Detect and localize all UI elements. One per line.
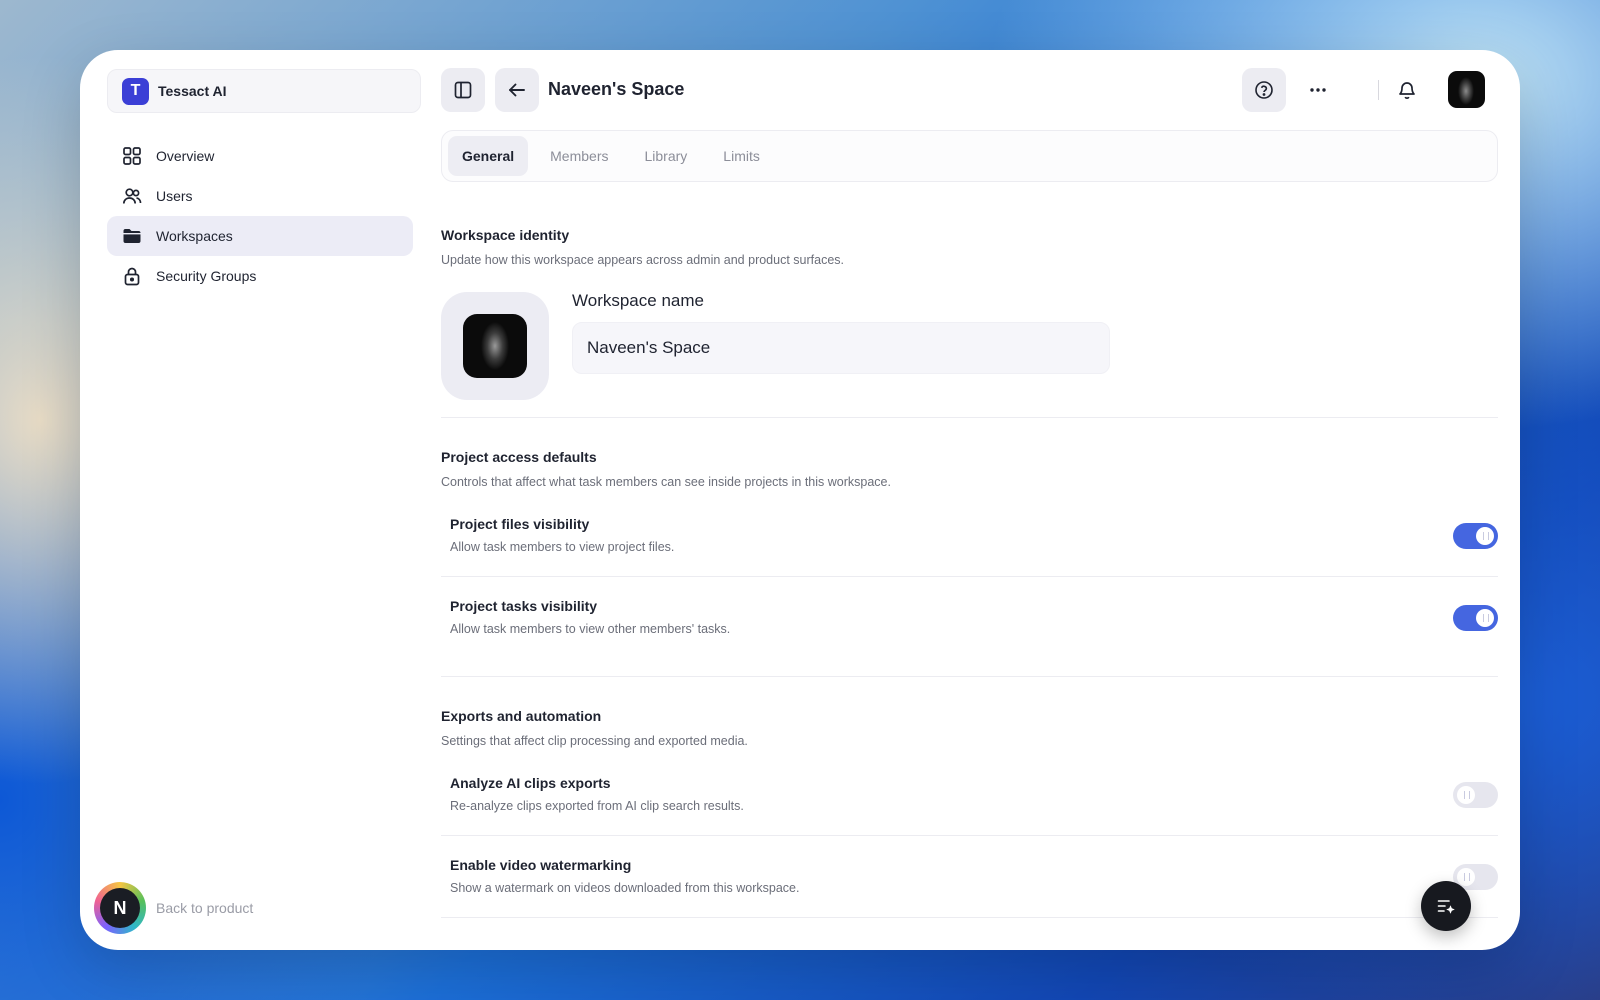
sidebar-item-label: Workspaces (156, 228, 233, 244)
folder-icon (123, 229, 141, 243)
tab-general[interactable]: General (448, 136, 529, 176)
sidebar-item-workspaces[interactable]: Workspaces (107, 216, 413, 256)
workspace-name-input[interactable] (572, 322, 1110, 374)
section-divider (441, 417, 1498, 418)
section-title-access: Project access defaults (441, 449, 597, 465)
back-to-product[interactable]: N Back to product (94, 882, 253, 934)
toggle-sidebar-button[interactable] (441, 68, 485, 112)
sidebar-item-label: Users (156, 188, 193, 204)
sidebar-item-label: Security Groups (156, 268, 257, 284)
tab-library[interactable]: Library (631, 136, 702, 176)
arrow-left-icon (509, 83, 525, 97)
app-window: T Tessact AI Overview Users Workspaces S… (80, 50, 1520, 950)
tab-limits[interactable]: Limits (709, 136, 774, 176)
sidebar-panel-icon (454, 81, 472, 99)
setting-row-project-tasks: Project tasks visibility Allow task memb… (441, 598, 1498, 680)
user-avatar[interactable] (1448, 71, 1485, 108)
section-desc-exports: Settings that affect clip processing and… (441, 734, 748, 748)
sidebar-item-overview[interactable]: Overview (107, 136, 413, 176)
users-icon (122, 188, 142, 204)
section-divider (441, 676, 1498, 677)
setting-desc: Allow task members to view project files… (450, 540, 675, 554)
sparkle-list-icon (1437, 900, 1455, 914)
topbar: Naveen's Space (441, 68, 1498, 112)
setting-title: Analyze AI clips exports (450, 775, 611, 791)
grid-icon (123, 147, 141, 165)
setting-title: Project tasks visibility (450, 598, 598, 614)
sidebar-nav: Overview Users Workspaces Security Group… (107, 136, 413, 296)
setting-desc: Re-analyze clips exported from AI clip s… (450, 799, 744, 813)
page-title: Naveen's Space (548, 79, 685, 99)
workspace-avatar (463, 314, 527, 378)
setting-row-analyze-ai-clips: Analyze AI clips exports Re-analyze clip… (441, 775, 1498, 857)
org-name: Tessact AI (158, 83, 227, 99)
setting-row-project-files: Project files visibility Allow task memb… (441, 516, 1498, 598)
more-options-button[interactable] (1303, 75, 1333, 105)
project-files-visibility-toggle[interactable] (1453, 523, 1498, 549)
sidebar-item-security-groups[interactable]: Security Groups (107, 256, 413, 296)
analyze-ai-clips-toggle[interactable] (1453, 782, 1498, 808)
section-desc-identity: Update how this workspace appears across… (441, 253, 844, 267)
main-content: Naveen's Space General Members Library L… (441, 50, 1498, 950)
sidebar: T Tessact AI Overview Users Workspaces S… (80, 50, 425, 950)
setting-title: Enable video watermarking (450, 857, 632, 873)
back-to-product-label: Back to product (156, 900, 254, 916)
back-button[interactable] (495, 68, 539, 112)
lock-icon (124, 267, 140, 286)
section-title-identity: Workspace identity (441, 227, 570, 243)
tab-members[interactable]: Members (536, 136, 622, 176)
workspace-avatar-upload[interactable] (441, 292, 549, 400)
avatar[interactable]: N (94, 882, 146, 934)
row-divider (441, 917, 1498, 918)
setting-desc: Show a watermark on videos downloaded fr… (450, 881, 800, 895)
setting-row-video-watermark: Enable video watermarking Show a waterma… (441, 857, 1498, 939)
sidebar-item-users[interactable]: Users (107, 176, 413, 216)
help-button[interactable] (1242, 68, 1286, 112)
section-desc-access: Controls that affect what task members c… (441, 475, 891, 489)
setting-desc: Allow task members to view other members… (450, 622, 731, 636)
org-switcher[interactable]: T Tessact AI (107, 69, 421, 113)
bell-icon (1399, 82, 1415, 100)
toolbar-divider (1378, 80, 1379, 100)
sidebar-item-label: Overview (156, 148, 215, 164)
tab-bar: General Members Library Limits (441, 130, 1498, 182)
help-icon (1255, 81, 1273, 99)
org-logo: T (122, 77, 149, 105)
workspace-name-label: Workspace name (572, 291, 704, 310)
row-divider (441, 835, 1498, 836)
project-tasks-visibility-toggle[interactable] (1453, 605, 1498, 631)
more-horizontal-icon (1310, 88, 1326, 92)
avatar-letter: N (100, 888, 140, 928)
notifications-button[interactable] (1392, 75, 1422, 105)
section-title-exports: Exports and automation (441, 708, 602, 724)
assistant-fab[interactable] (1421, 881, 1471, 931)
setting-title: Project files visibility (450, 516, 590, 532)
row-divider (441, 576, 1498, 577)
